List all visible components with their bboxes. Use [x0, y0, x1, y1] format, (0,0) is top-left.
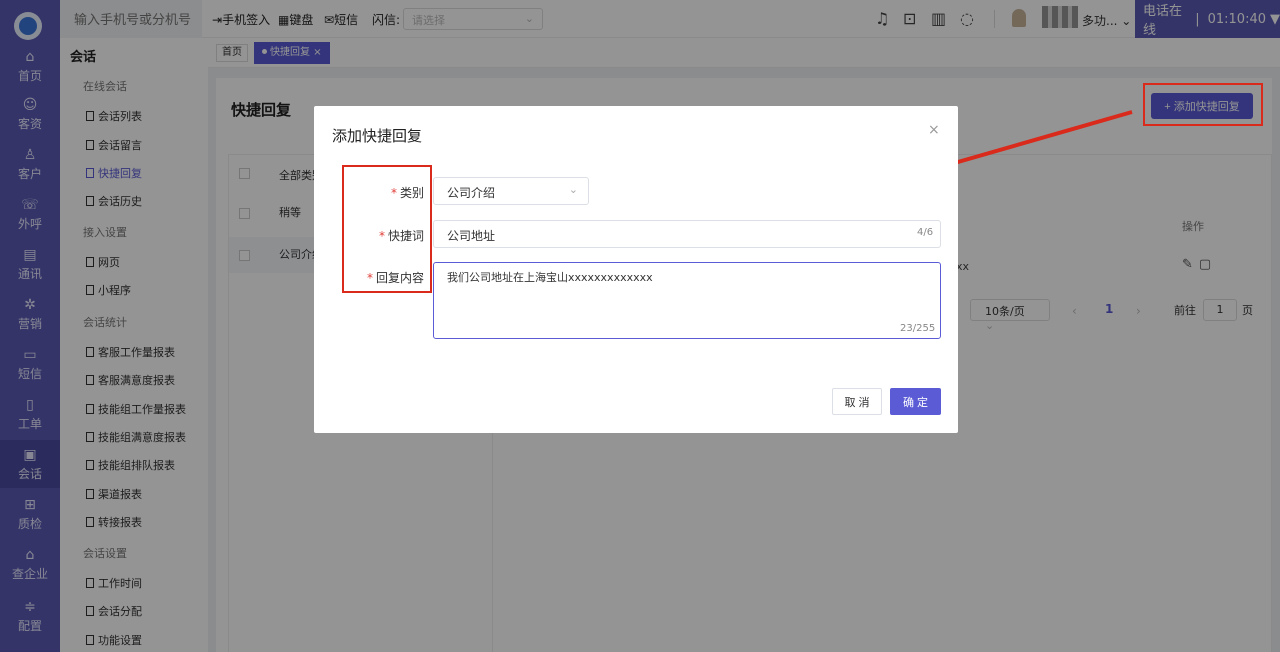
- reply-content-textarea[interactable]: 我们公司地址在上海宝山xxxxxxxxxxxxx: [433, 262, 941, 339]
- annotation-highlight-add-button: [1143, 83, 1263, 126]
- reply-char-count: 23/255: [900, 323, 936, 334]
- reply-content-label: * 回复内容: [366, 271, 424, 285]
- chevron-down-icon: ⌄: [568, 183, 578, 196]
- dialog-title: 添加快捷回复: [332, 127, 423, 145]
- category-select[interactable]: 公司介绍 ⌄: [433, 177, 589, 205]
- cancel-button[interactable]: 取 消: [832, 388, 882, 415]
- confirm-button[interactable]: 确 定: [890, 388, 941, 415]
- add-quick-reply-dialog: 添加快捷回复 × * 类别 公司介绍 ⌄ * 快捷词 公司地址 4/6 * 回复内容 我…: [314, 106, 958, 433]
- close-icon[interactable]: ×: [928, 122, 940, 138]
- keyword-label: * 快捷词: [378, 229, 424, 243]
- keyword-char-count: 4/6: [917, 227, 934, 238]
- keyword-input[interactable]: 公司地址: [433, 220, 941, 248]
- category-label: * 类别: [390, 186, 424, 200]
